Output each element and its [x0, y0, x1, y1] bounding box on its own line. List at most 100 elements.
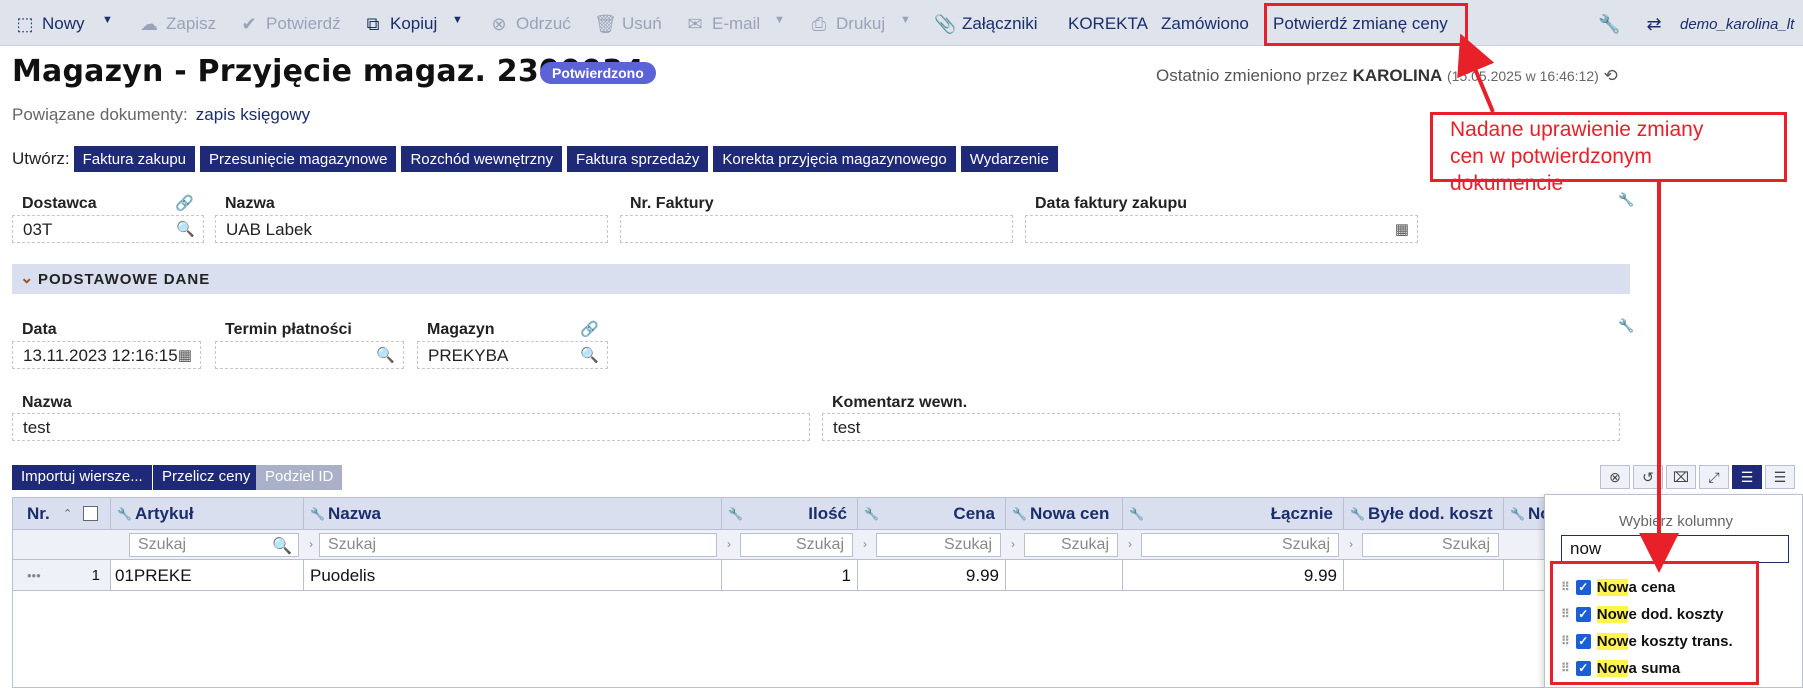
- invoice-date-field[interactable]: ▦: [1025, 215, 1418, 243]
- wrench-icon[interactable]: 🔧: [728, 507, 743, 521]
- old-cost-search-input[interactable]: Szukaj: [1362, 533, 1499, 557]
- printer-icon: ⎙: [811, 13, 827, 34]
- import-rows-button[interactable]: Importuj wiersze...: [12, 465, 152, 490]
- undo-icon[interactable]: ↺: [1633, 465, 1663, 489]
- warehouse-field[interactable]: PREKYBA 🔍: [417, 341, 608, 369]
- copy-dropdown-caret-icon[interactable]: ▼: [452, 14, 463, 26]
- chevron-right-icon: ›: [1349, 537, 1353, 551]
- attachments-button[interactable]: 📎 Załączniki: [934, 12, 1038, 36]
- col-nr[interactable]: Nr. ⌃: [13, 498, 111, 529]
- select-all-checkbox[interactable]: [83, 506, 98, 521]
- wrench-icon[interactable]: 🔧: [1129, 507, 1144, 521]
- wrench-icon[interactable]: 🔧: [1350, 507, 1365, 521]
- row-price: 9.99: [965, 566, 999, 585]
- create-label: Utwórz:: [12, 149, 70, 168]
- recalculate-prices-button[interactable]: Przelicz ceny: [153, 465, 260, 490]
- print-button[interactable]: ⎙ Drukuj: [808, 12, 885, 36]
- supplier-label: Dostawca: [22, 195, 97, 212]
- col-price[interactable]: 🔧 Cena: [858, 498, 1006, 529]
- supplier-name-field[interactable]: UAB Labek: [215, 215, 608, 243]
- expand-icon[interactable]: ⤢: [1699, 465, 1729, 489]
- total-search-input[interactable]: Szukaj: [1141, 533, 1339, 557]
- internal-comment-field[interactable]: test: [822, 413, 1620, 441]
- article-search-input[interactable]: Szukaj 🔍: [129, 533, 299, 557]
- email-dropdown-caret-icon[interactable]: ▼: [774, 14, 785, 26]
- row-name-cell[interactable]: Puodelis: [304, 560, 722, 590]
- search-icon[interactable]: 🔍: [580, 346, 599, 364]
- excel-icon[interactable]: ⌧: [1666, 465, 1696, 489]
- related-link[interactable]: zapis księgowy: [196, 105, 310, 124]
- row-old-cost-cell[interactable]: [1344, 560, 1504, 590]
- calendar-icon[interactable]: ▦: [178, 346, 192, 364]
- col-new-price[interactable]: 🔧 Nowa cen: [1006, 498, 1123, 529]
- new-button[interactable]: ⬚ Nowy: [14, 12, 84, 36]
- search-icon[interactable]: 🔍: [376, 346, 395, 364]
- columns-icon[interactable]: ☰: [1765, 465, 1795, 489]
- doc-name-field[interactable]: test: [12, 413, 810, 441]
- search-icon[interactable]: 🔍: [176, 220, 195, 238]
- name-search-input[interactable]: Szukaj: [319, 533, 717, 557]
- row-qty-cell[interactable]: 1: [722, 560, 858, 590]
- supplier-link-icon[interactable]: 🔗: [175, 194, 194, 212]
- calendar-icon[interactable]: ▦: [1395, 220, 1409, 238]
- wrench-icon[interactable]: 🔧: [1012, 507, 1027, 521]
- wrench-icon[interactable]: 🔧: [117, 507, 132, 521]
- payment-term-field[interactable]: 🔍: [215, 341, 404, 369]
- col-name[interactable]: 🔧 Nazwa: [304, 498, 722, 529]
- row-article-cell[interactable]: 01PREKE: [111, 560, 304, 590]
- table-row[interactable]: ••• 1 01PREKE Puodelis 1 9.99 9.99: [13, 560, 1551, 591]
- history-icon[interactable]: ⟲: [1604, 66, 1618, 85]
- create-internal-issue-button[interactable]: Rozchód wewnętrzny: [401, 146, 563, 172]
- save-button[interactable]: ☁ Zapisz: [138, 12, 216, 36]
- basic-data-section[interactable]: ⌄ PODSTAWOWE DANE: [12, 264, 1630, 294]
- switch-icon[interactable]: ⇄: [1643, 12, 1671, 36]
- wrench-icon[interactable]: 🔧: [1618, 318, 1634, 334]
- wrench-icon[interactable]: 🔧: [864, 507, 879, 521]
- print-dropdown-caret-icon[interactable]: ▼: [900, 14, 911, 26]
- doc-name-value: test: [23, 418, 51, 437]
- split-id-button[interactable]: Podziel ID: [256, 465, 343, 490]
- create-sales-invoice-button[interactable]: Faktura sprzedaży: [567, 146, 709, 172]
- confirm-button[interactable]: ✔ Potwierdź: [238, 12, 340, 36]
- row-total: 9.99: [1303, 566, 1337, 585]
- correction-button[interactable]: KOREKTA: [1068, 12, 1148, 36]
- sort-icon[interactable]: ⌃: [63, 507, 72, 520]
- col-total[interactable]: 🔧 Łącznie: [1123, 498, 1344, 529]
- copy-label: Kopiuj: [390, 14, 438, 33]
- new-price-search-input[interactable]: Szukaj: [1024, 533, 1118, 557]
- search-placeholder: Szukaj: [1441, 536, 1490, 553]
- reject-button[interactable]: ⊗ Odrzuć: [488, 12, 570, 36]
- qty-search-input[interactable]: Szukaj: [740, 533, 853, 557]
- email-button[interactable]: ✉ E-mail: [684, 12, 760, 36]
- row-price-cell[interactable]: 9.99: [858, 560, 1006, 590]
- copy-button[interactable]: ⧉ Kopiuj: [362, 12, 438, 36]
- list-view-icon[interactable]: ☰: [1732, 465, 1762, 489]
- supplier-field[interactable]: 03T 🔍: [12, 215, 204, 243]
- col-article[interactable]: 🔧 Artykuł: [111, 498, 304, 529]
- col-old-cost[interactable]: 🔧 Byłe dod. koszt: [1344, 498, 1504, 529]
- wrench-icon[interactable]: 🔧: [310, 507, 325, 521]
- row-total-cell[interactable]: 9.99: [1123, 560, 1344, 590]
- create-purchase-invoice-button[interactable]: Faktura zakupu: [73, 146, 196, 172]
- create-event-button[interactable]: Wydarzenie: [960, 146, 1058, 172]
- row-new-price-cell[interactable]: [1006, 560, 1123, 590]
- internal-comment-value: test: [833, 418, 861, 437]
- create-receipt-correction-button[interactable]: Korekta przyjęcia magazynowego: [713, 146, 956, 172]
- row-menu-icon[interactable]: •••: [27, 568, 41, 583]
- user-name[interactable]: demo_karolina_lt: [1680, 12, 1794, 36]
- col-qty[interactable]: 🔧 Ilość: [722, 498, 858, 529]
- date-field[interactable]: 13.11.2023 12:16:15 ▦: [12, 341, 201, 369]
- ordered-button[interactable]: Zamówiono: [1161, 12, 1249, 36]
- delete-button[interactable]: 🗑 Usuń: [594, 12, 662, 36]
- settings-wrench-icon[interactable]: 🔧: [1598, 12, 1626, 36]
- chevron-right-icon: ›: [309, 537, 313, 551]
- invoice-no-field[interactable]: [620, 215, 1013, 243]
- column-search-input[interactable]: now: [1561, 535, 1789, 563]
- price-search-input[interactable]: Szukaj: [876, 533, 1001, 557]
- wrench-icon[interactable]: 🔧: [1510, 507, 1525, 521]
- new-dropdown-caret-icon[interactable]: ▼: [102, 14, 113, 26]
- clear-icon[interactable]: ⊗: [1600, 465, 1630, 489]
- last-changed-prefix: Ostatnio zmieniono przez: [1156, 66, 1348, 85]
- create-stock-transfer-button[interactable]: Przesunięcie magazynowe: [200, 146, 397, 172]
- warehouse-link-icon[interactable]: 🔗: [580, 320, 599, 338]
